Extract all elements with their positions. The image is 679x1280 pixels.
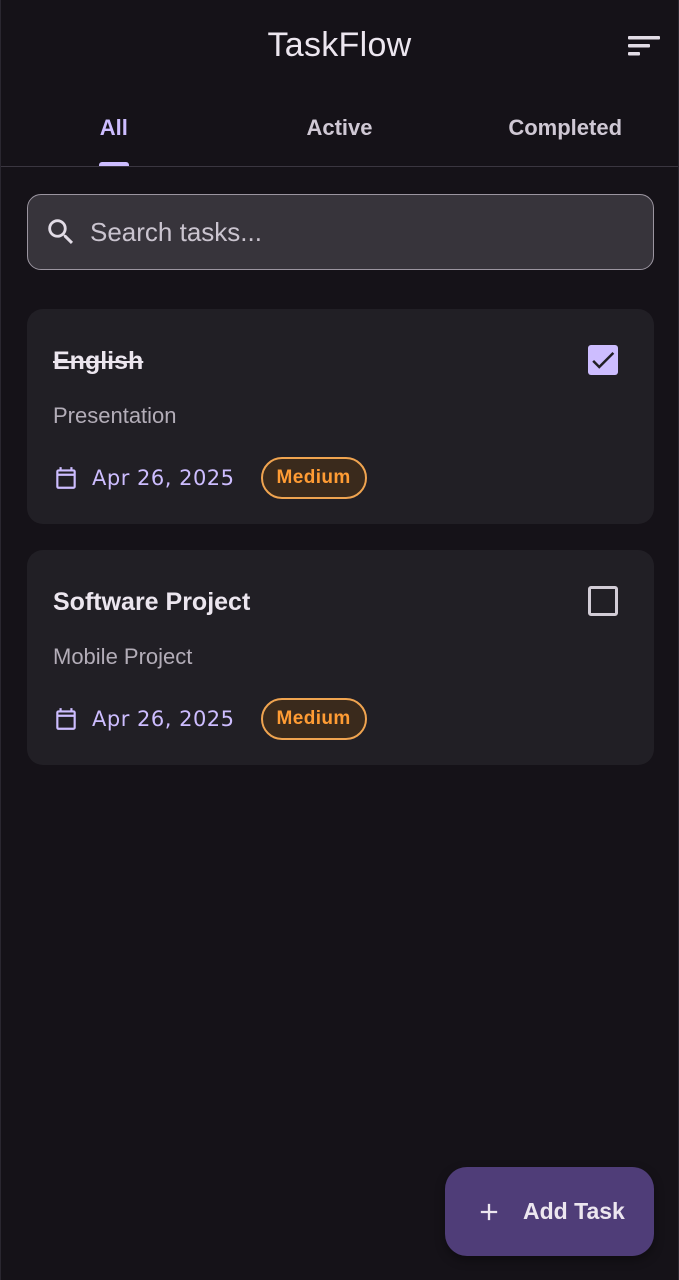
calendar-icon xyxy=(56,467,76,489)
tab-active[interactable]: Active xyxy=(227,92,453,166)
tab-completed-label: Completed xyxy=(508,115,623,140)
tab-all[interactable]: All xyxy=(1,92,227,166)
task-title: English xyxy=(53,347,144,375)
sort-icon xyxy=(628,36,660,56)
app-bar: TaskFlow xyxy=(1,0,678,92)
task-date: Apr 26, 2025 xyxy=(92,466,235,490)
add-task-label: Add Task xyxy=(523,1198,625,1224)
task-card[interactable]: Software Project Mobile Project Apr 26, … xyxy=(27,550,654,765)
check-icon xyxy=(592,351,615,369)
task-subtitle: Presentation xyxy=(53,403,177,428)
calendar-icon xyxy=(56,708,76,730)
add-task-button[interactable]: Add Task xyxy=(445,1167,654,1256)
search-bar xyxy=(27,194,654,270)
tab-indicator xyxy=(98,162,129,166)
tab-completed[interactable]: Completed xyxy=(452,92,678,166)
sort-button[interactable] xyxy=(624,30,664,62)
app-root: TaskFlow All Active Completed English xyxy=(0,0,679,1280)
task-card[interactable]: English Presentation Apr 26, 2025 Medium xyxy=(27,309,654,524)
task-meta: Apr 26, 2025 Medium xyxy=(53,457,367,499)
priority-badge: Medium xyxy=(260,698,367,740)
tab-bar: All Active Completed xyxy=(1,92,678,167)
task-checkbox-unchecked[interactable] xyxy=(588,586,618,616)
task-meta: Apr 26, 2025 Medium xyxy=(53,698,367,740)
tab-all-label: All xyxy=(99,115,128,140)
priority-badge: Medium xyxy=(260,457,367,499)
app-title: TaskFlow xyxy=(267,26,412,64)
task-subtitle: Mobile Project xyxy=(53,644,193,669)
task-checkbox-checked[interactable] xyxy=(588,345,618,375)
tab-active-label: Active xyxy=(306,115,373,140)
task-title: Software Project xyxy=(53,588,251,616)
search-input[interactable] xyxy=(90,195,653,269)
search-icon xyxy=(48,219,74,245)
task-date: Apr 26, 2025 xyxy=(92,707,235,731)
plus-icon xyxy=(480,1203,498,1220)
